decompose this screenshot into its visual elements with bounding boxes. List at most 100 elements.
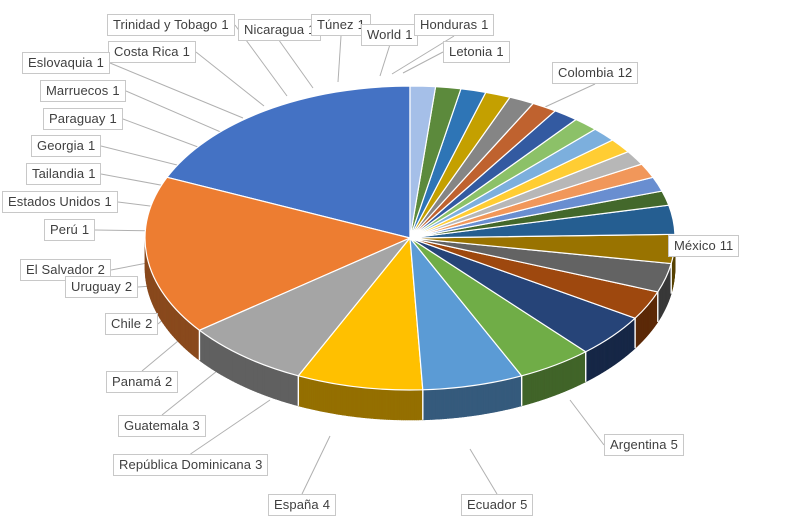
data-label-georgia[interactable]: Georgia 1 bbox=[31, 135, 102, 157]
pie-slice-side bbox=[367, 387, 370, 419]
pie-slice-side bbox=[190, 323, 195, 357]
data-label-value: 1 bbox=[96, 55, 104, 70]
leader-line bbox=[125, 90, 224, 134]
pie-slice-side bbox=[317, 380, 321, 412]
pie-slice-side bbox=[375, 388, 379, 420]
data-label-value: 11 bbox=[719, 238, 734, 253]
data-label-value: 3 bbox=[192, 418, 200, 433]
chart-canvas: Trinidad y Tobago1Nicaragua1Túnez1World1… bbox=[0, 0, 798, 527]
data-label-name: Trinidad y Tobago bbox=[113, 17, 218, 32]
pie-slice-side bbox=[321, 381, 325, 413]
data-label-ecuador[interactable]: Ecuador 5 bbox=[461, 494, 534, 516]
pie-slice-side bbox=[362, 387, 366, 419]
data-label-value: 1 bbox=[87, 138, 96, 153]
pie-slice-side bbox=[319, 380, 323, 412]
pie-slice-side bbox=[390, 389, 394, 420]
pie-slice-side bbox=[418, 389, 421, 421]
leader-line bbox=[301, 435, 331, 495]
pie-slice-side bbox=[358, 386, 362, 418]
leader-line bbox=[544, 83, 596, 108]
pie-slice-side bbox=[407, 389, 411, 421]
data-label-value: 1 bbox=[405, 27, 413, 42]
data-label-value: 1 bbox=[182, 44, 190, 59]
data-label-tailandia[interactable]: Tailandia 1 bbox=[26, 163, 102, 185]
data-label-name: World bbox=[367, 27, 402, 42]
pie-slice-side bbox=[178, 311, 182, 346]
data-label-value: 1 bbox=[221, 17, 229, 32]
data-label-name: Chile bbox=[111, 316, 142, 331]
data-label-name: Uruguay bbox=[71, 279, 121, 294]
pie-slice-side bbox=[174, 306, 177, 341]
data-label-value: 5 bbox=[670, 437, 678, 452]
data-label-m-xico[interactable]: México 11 bbox=[668, 235, 740, 257]
data-label-honduras[interactable]: Honduras 1 bbox=[414, 14, 495, 36]
pie-slice-side bbox=[348, 385, 352, 417]
data-label-panam-[interactable]: Panamá 2 bbox=[106, 371, 179, 393]
data-label-name: Argentina bbox=[610, 437, 667, 452]
data-label-value: 1 bbox=[88, 166, 96, 181]
pie-slice-side bbox=[183, 316, 187, 350]
pie-slice-side bbox=[188, 320, 192, 355]
data-label-name: El Salvador bbox=[26, 262, 94, 277]
data-label-uruguay[interactable]: Uruguay 2 bbox=[65, 276, 139, 298]
pie-slice-side bbox=[333, 383, 337, 415]
data-label-value: 4 bbox=[322, 497, 330, 512]
data-label-value: 3 bbox=[255, 457, 263, 472]
leader-line bbox=[109, 62, 244, 119]
data-label-world[interactable]: World 1 bbox=[361, 24, 419, 46]
data-label-value: 1 bbox=[496, 44, 504, 59]
pie-slice-side bbox=[356, 386, 360, 418]
data-label-name: Estados Unidos bbox=[8, 194, 101, 209]
pie-top-faces-group bbox=[144, 85, 676, 391]
data-label-colombia[interactable]: Colombia 12 bbox=[552, 62, 639, 84]
pie-slice-side bbox=[327, 382, 331, 414]
data-label-guatemala[interactable]: Guatemala 3 bbox=[118, 415, 206, 437]
data-label-trinidad-y-tobago[interactable]: Trinidad y Tobago 1 bbox=[107, 14, 235, 36]
pie-slice-side bbox=[340, 384, 343, 416]
data-label-value: 2 bbox=[165, 374, 173, 389]
leader-line bbox=[122, 118, 207, 151]
pie-slice-side bbox=[405, 389, 409, 421]
data-label-estados-unidos[interactable]: Estados Unidos 1 bbox=[2, 191, 118, 213]
data-label-name: Costa Rica bbox=[114, 44, 179, 59]
pie-slice-side bbox=[388, 389, 392, 420]
data-label-value: 1 bbox=[81, 222, 90, 237]
data-label-name: Guatemala bbox=[124, 418, 189, 433]
pie-slice-side bbox=[331, 382, 335, 415]
pie-slice-side bbox=[396, 389, 400, 421]
data-label-eslovaquia[interactable]: Eslovaquia 1 bbox=[22, 52, 110, 74]
data-label-name: Ecuador bbox=[467, 497, 517, 512]
data-label-argentina[interactable]: Argentina 5 bbox=[604, 434, 684, 456]
pie-slice-side bbox=[394, 389, 398, 421]
data-label-per-[interactable]: Perú 1 bbox=[44, 219, 96, 241]
data-label-chile[interactable]: Chile 2 bbox=[105, 313, 159, 335]
data-label-name: Panamá bbox=[112, 374, 162, 389]
data-label-espa-a[interactable]: España 4 bbox=[268, 494, 336, 516]
data-label-marruecos[interactable]: Marruecos 1 bbox=[40, 80, 126, 102]
pie-slice-side bbox=[350, 385, 354, 417]
data-label-value: 1 bbox=[109, 111, 117, 126]
pie-slice-side bbox=[373, 388, 377, 420]
pie-slice-side bbox=[325, 381, 329, 413]
data-label-nicaragua[interactable]: Nicaragua1 bbox=[238, 19, 322, 41]
pie-slice-side bbox=[379, 388, 383, 420]
data-label-value: 1 bbox=[481, 17, 489, 32]
data-label-name: Letonia bbox=[449, 44, 493, 59]
data-label-rep-blica-dominicana[interactable]: República Dominicana 3 bbox=[113, 454, 269, 476]
pie-slice-side bbox=[352, 386, 356, 418]
data-label-letonia[interactable]: Letonia 1 bbox=[443, 41, 510, 63]
pie-slice-side bbox=[360, 387, 364, 418]
data-label-name: Marruecos bbox=[46, 83, 109, 98]
data-label-costa-rica[interactable]: Costa Rica 1 bbox=[108, 41, 196, 63]
pie-slice-side bbox=[401, 389, 404, 421]
pie-slice-side bbox=[323, 381, 327, 413]
data-label-paraguay[interactable]: Paraguay 1 bbox=[43, 108, 123, 130]
data-label-value: 2 bbox=[145, 316, 153, 331]
data-label-name: Paraguay bbox=[49, 111, 106, 126]
pie-slice-side bbox=[169, 301, 173, 336]
data-label-name: Nicaragua bbox=[244, 22, 305, 37]
pie-slice-side bbox=[335, 383, 339, 415]
pie-slice-side bbox=[409, 389, 413, 421]
pie-slice-side bbox=[399, 389, 402, 421]
data-label-value: 1 bbox=[104, 194, 112, 209]
